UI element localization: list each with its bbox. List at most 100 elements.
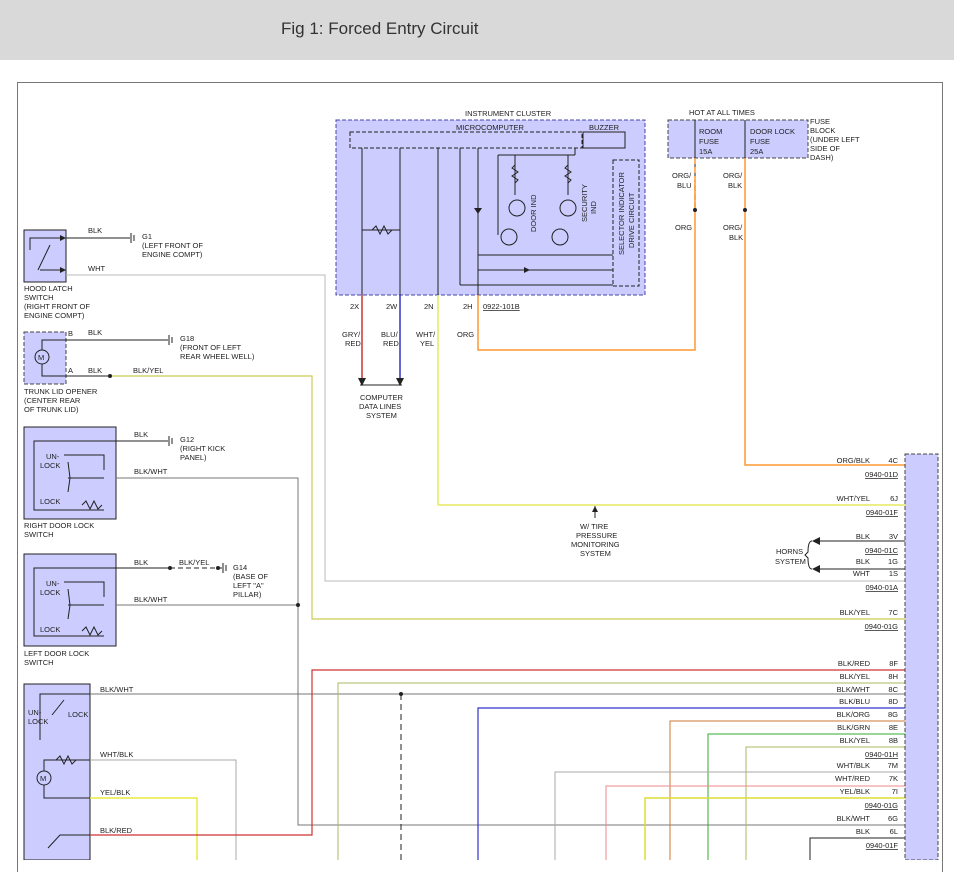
act-wire-1: BLK/WHT — [100, 685, 134, 694]
module-wire-label: YEL/BLK — [840, 787, 870, 796]
rd-ground-desc-2: PANEL) — [180, 453, 207, 462]
right-door-lock-switch: UN- LOCK LOCK RIGHT DOOR LOCK SWITCH — [23, 426, 117, 539]
room-fuse-2: FUSE — [699, 137, 719, 146]
ld-label-1: LEFT DOOR LOCK — [24, 649, 89, 658]
door-fuse-3: 25A — [750, 147, 763, 156]
act-wire-4: BLK/RED — [100, 826, 133, 835]
security-ind-label-2: IND — [589, 201, 598, 215]
door-lock-actuator: UN- LOCK LOCK M — [23, 683, 91, 860]
cluster-connector: 0922-101B — [483, 302, 520, 311]
trunk-wire-blk-yel: BLK/YEL — [133, 366, 163, 375]
module-connector-label: 0940-01A — [865, 583, 898, 592]
trunk-label-3: OF TRUNK LID) — [24, 405, 79, 414]
module-wire-label: BLK/WHT — [837, 685, 871, 694]
trunk-label-2: (CENTER REAR — [24, 396, 81, 405]
horns-label-1: HORNS — [776, 547, 803, 556]
module-connector-label: 0940-01F — [866, 841, 899, 850]
module-wire-label: WHT/BLK — [837, 761, 870, 770]
module-wire-label: BLK/RED — [838, 659, 871, 668]
wire-org-3: ORG — [457, 330, 474, 339]
module-wire-label: WHT/YEL — [837, 494, 870, 503]
motor-m: M — [38, 353, 44, 362]
trunk-ground: G18 — [180, 334, 194, 343]
act-unlock-1: UN- — [28, 708, 42, 717]
module-wire-label: BLK/YEL — [840, 608, 870, 617]
room-fuse-1: ROOM — [699, 127, 722, 136]
fuse-block-label-5: DASH) — [810, 153, 834, 162]
room-fuse-3: 15A — [699, 147, 712, 156]
module-pin-label: 7I — [892, 787, 898, 796]
module-pin-label: 6L — [890, 827, 898, 836]
rd-unlock-1: UN- — [46, 452, 60, 461]
left-door-lock-switch: UN- LOCK LOCK LEFT DOOR LOCK SWITCH — [23, 553, 117, 667]
module-wire-label: ORG/BLK — [837, 456, 870, 465]
hood-wire-wht: WHT — [88, 264, 105, 273]
fuse-block-label-3: (UNDER LEFT — [810, 135, 860, 144]
hood-wire-blk: BLK — [88, 226, 102, 235]
pin-2x: 2X — [350, 302, 359, 311]
wire-org-blk2-1: ORG/ — [723, 223, 743, 232]
cluster-title: INSTRUMENT CLUSTER — [465, 109, 552, 118]
act-motor-m: M — [40, 774, 46, 783]
wire-org-blu-1: ORG/ — [672, 171, 692, 180]
module-wire-label: BLK/BLU — [839, 697, 870, 706]
computer-data-3: SYSTEM — [366, 411, 397, 420]
wire-org-blk2-2: BLK — [729, 233, 743, 242]
trunk-ground-desc-1: (FRONT OF LEFT — [180, 343, 242, 352]
wire-org-blk-1: ORG/ — [723, 171, 743, 180]
door-fuse-1: DOOR LOCK — [750, 127, 795, 136]
module-pin-label: 8C — [888, 685, 898, 694]
ld-ground-desc-1: (BASE OF — [233, 572, 268, 581]
act-unlock-2: LOCK — [28, 717, 48, 726]
fuse-block-label-2: BLOCK — [810, 126, 835, 135]
wire-gry-red-2: RED — [345, 339, 361, 348]
module-pin-label: 4C — [888, 456, 898, 465]
module-pin-label: 8F — [889, 659, 898, 668]
computer-data-1: COMPUTER — [360, 393, 404, 402]
wire-blu-red-2: RED — [383, 339, 399, 348]
computer-data-2: DATA LINES — [359, 402, 401, 411]
act-wire-3: YEL/BLK — [100, 788, 130, 797]
module-pin-label: 7M — [888, 761, 898, 770]
hood-label-1: HOOD LATCH — [24, 284, 73, 293]
hood-label-3: (RIGHT FRONT OF — [24, 302, 90, 311]
ld-unlock-1: UN- — [46, 579, 60, 588]
wire-org-blk-2: BLK — [728, 181, 742, 190]
hood-ground-desc-1: (LEFT FRONT OF — [142, 241, 203, 250]
trunk-label-1: TRUNK LID OPENER — [24, 387, 98, 396]
module-connector-label: 0940-01D — [865, 470, 899, 479]
rd-label-1: RIGHT DOOR LOCK — [24, 521, 94, 530]
tire-pressure-1: W/ TIRE — [580, 522, 608, 531]
module-wire-label: BLK/YEL — [840, 736, 870, 745]
hot-label: HOT AT ALL TIMES — [689, 108, 755, 117]
wiring-diagram: INSTRUMENT CLUSTER MICROCOMPUTER BUZZER … — [23, 108, 939, 860]
trunk-ground-desc-2: REAR WHEEL WELL) — [180, 352, 255, 361]
hood-label-2: SWITCH — [24, 293, 54, 302]
ld-label-2: SWITCH — [24, 658, 54, 667]
module-connector-label: 0940-01G — [865, 622, 899, 631]
module-wire-label: WHT/RED — [835, 774, 871, 783]
ld-unlock-2: LOCK — [40, 588, 60, 597]
tire-pressure-3: MONITORING — [571, 540, 620, 549]
trunk-pin-a: A — [68, 366, 73, 375]
wire-blu-red-1: BLU/ — [381, 330, 399, 339]
instrument-cluster: INSTRUMENT CLUSTER MICROCOMPUTER BUZZER … — [335, 109, 646, 311]
module-pin-label: 6J — [890, 494, 898, 503]
module-wire-label: BLK — [856, 532, 870, 541]
module-connector — [904, 453, 939, 860]
horns-label-2: SYSTEM — [775, 557, 806, 566]
module-wire-label: BLK — [856, 557, 870, 566]
hood-ground: G1 — [142, 232, 152, 241]
module-wire-label: BLK — [856, 827, 870, 836]
rd-unlock-2: LOCK — [40, 461, 60, 470]
selector-label-1: SELECTOR INDICATOR — [617, 171, 626, 255]
wire-gry-red-1: GRY/ — [342, 330, 361, 339]
door-fuse-2: FUSE — [750, 137, 770, 146]
module-pin-label: 8G — [888, 710, 898, 719]
module-wire-label: BLK/GRN — [837, 723, 870, 732]
microcomputer-label: MICROCOMPUTER — [456, 123, 524, 132]
module-wire-label: BLK/YEL — [840, 672, 870, 681]
module-pin-label: 8B — [889, 736, 898, 745]
trunk-wire-blk1: BLK — [88, 328, 102, 337]
ld-wire-blk-yel: BLK/YEL — [179, 558, 209, 567]
